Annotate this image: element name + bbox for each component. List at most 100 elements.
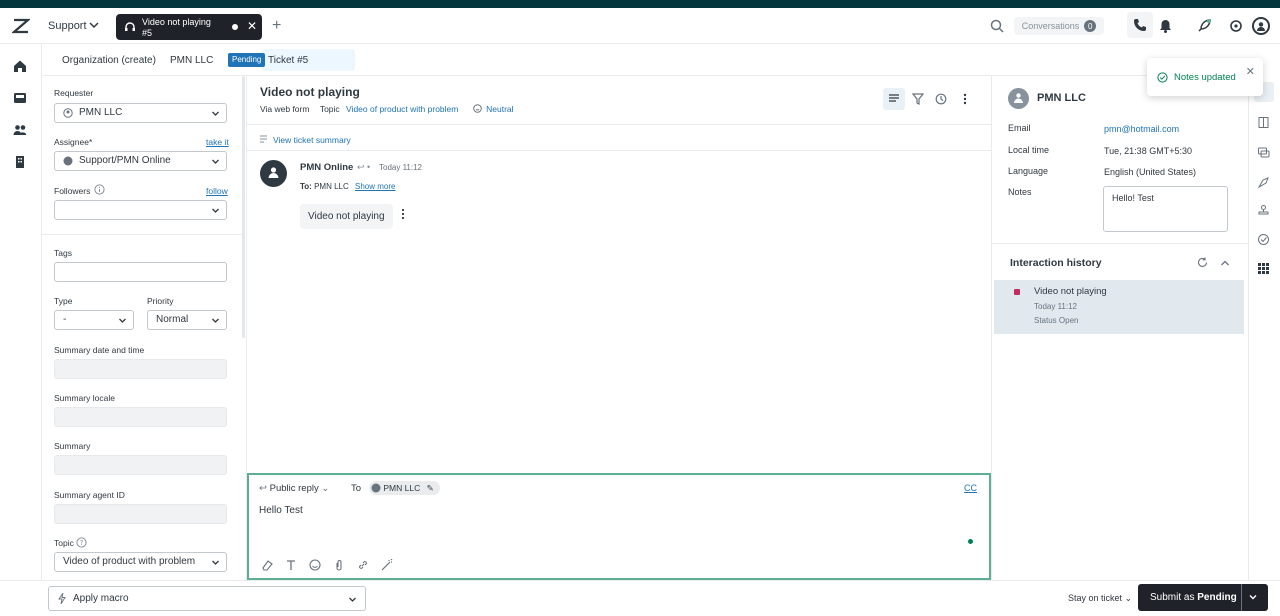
- assignee-select[interactable]: Support/PMN Online: [54, 151, 227, 171]
- filter-icon[interactable]: [912, 93, 924, 105]
- type-value: -: [63, 314, 67, 325]
- follow-link[interactable]: follow: [206, 186, 228, 196]
- type-select[interactable]: -: [54, 310, 134, 330]
- notes-textarea[interactable]: Hello! Test: [1103, 186, 1228, 232]
- cc-link[interactable]: CC: [964, 483, 977, 493]
- topic-value: Video of product with problem: [63, 556, 196, 567]
- refresh-icon[interactable]: [1197, 257, 1208, 268]
- context-rail: [1248, 76, 1280, 580]
- ai-agent-icon[interactable]: [1257, 176, 1270, 189]
- organizations-icon[interactable]: [13, 155, 27, 169]
- attachment-icon[interactable]: [333, 559, 345, 571]
- stay-on-ticket-select[interactable]: Stay on ticket ⌄: [1068, 593, 1132, 604]
- apply-macro-select[interactable]: Apply macro: [48, 586, 366, 611]
- customer-name[interactable]: PMN LLC: [1037, 92, 1086, 104]
- link-icon[interactable]: [357, 559, 369, 571]
- add-tab-button[interactable]: +: [272, 17, 281, 35]
- breadcrumb-organization[interactable]: Organization (create): [62, 55, 156, 66]
- chevron-down-icon[interactable]: [1248, 592, 1258, 602]
- submit-button[interactable]: Submit as Pending: [1138, 584, 1268, 611]
- author-avatar: [260, 160, 287, 187]
- user-avatar[interactable]: [1252, 17, 1270, 35]
- chevron-down-icon: [212, 318, 219, 323]
- summary-agent-field: [54, 504, 227, 524]
- apps-grid-icon[interactable]: [1257, 262, 1270, 275]
- followers-select[interactable]: [54, 200, 227, 220]
- conversations-button[interactable]: Conversations 0: [1014, 17, 1104, 35]
- eraser-icon[interactable]: [261, 559, 273, 571]
- chevron-down-icon: [212, 208, 219, 213]
- text-format-icon[interactable]: [285, 559, 297, 571]
- close-toast-icon[interactable]: ✕: [1246, 65, 1255, 78]
- zendesk-logo-icon[interactable]: [12, 17, 30, 35]
- chat-icon[interactable]: [1257, 146, 1270, 159]
- chevron-down-icon: [349, 597, 356, 602]
- check-circle-icon[interactable]: [1257, 233, 1270, 246]
- reply-type-value: Public reply: [269, 483, 319, 494]
- chevron-up-icon[interactable]: [1220, 258, 1230, 268]
- chevron-down-icon: ⌄: [321, 483, 330, 494]
- more-options-icon[interactable]: [963, 93, 967, 105]
- magic-wand-icon[interactable]: [381, 559, 393, 571]
- pencil-icon[interactable]: ✎: [427, 483, 434, 493]
- list-icon: [889, 94, 899, 102]
- to-label: To:: [300, 182, 312, 191]
- success-check-icon: [1157, 72, 1168, 83]
- apps-grid-icon[interactable]: [1229, 19, 1243, 33]
- reply-text[interactable]: Hello Test: [259, 505, 303, 516]
- view-ticket-summary-link[interactable]: View ticket summary: [273, 135, 351, 145]
- reply-type-select[interactable]: ↩ Public reply ⌄: [259, 483, 329, 494]
- editor-toolbar: [261, 559, 393, 571]
- notes-label: Notes: [1008, 187, 1032, 197]
- home-icon[interactable]: [13, 59, 27, 73]
- recipient-name: PMN LLC: [383, 483, 421, 493]
- tags-input[interactable]: [54, 262, 227, 282]
- views-icon[interactable]: [13, 91, 27, 105]
- search-icon[interactable]: [990, 19, 1004, 33]
- person-icon: [63, 108, 73, 118]
- person-icon: [1257, 22, 1265, 31]
- customers-icon[interactable]: [13, 123, 27, 137]
- breadcrumb-pmn-llc[interactable]: PMN LLC: [170, 55, 213, 66]
- tab-subtitle: #5: [142, 28, 153, 38]
- tab-ticket-5[interactable]: Video not playing #5 ✕: [116, 14, 262, 40]
- left-panel-scrollbar[interactable]: [242, 76, 245, 338]
- svg-text:?: ?: [80, 539, 84, 547]
- priority-select[interactable]: Normal: [147, 310, 227, 330]
- product-switcher[interactable]: Support: [48, 20, 87, 32]
- summary-label: Summary: [54, 441, 91, 451]
- conversation-view-button[interactable]: [883, 88, 905, 110]
- message-author[interactable]: PMN Online: [300, 162, 353, 173]
- knowledge-icon[interactable]: [1257, 116, 1270, 129]
- recipient-chip[interactable]: PMN LLC ✎: [369, 481, 440, 495]
- show-more-link[interactable]: Show more: [355, 182, 395, 191]
- requester-select[interactable]: PMN LLC: [54, 103, 227, 123]
- priority-value: Normal: [156, 314, 189, 325]
- ticket-subject[interactable]: Video not playing: [260, 85, 360, 99]
- bell-icon[interactable]: [1159, 19, 1172, 33]
- chevron-down-icon[interactable]: [88, 19, 100, 31]
- local-time-value: Tue, 21:38 GMT+5:30: [1104, 146, 1192, 156]
- topic-select[interactable]: Video of product with problem: [54, 552, 227, 572]
- divider: [1241, 584, 1242, 611]
- history-item[interactable]: Video not playing Today 11:12 Status Ope…: [994, 280, 1244, 334]
- summary-locale-field: [54, 407, 227, 427]
- phone-button[interactable]: [1127, 12, 1153, 38]
- message-menu-icon[interactable]: [401, 208, 405, 220]
- history-icon[interactable]: [935, 93, 947, 105]
- topic-link[interactable]: Video of product with problem: [346, 104, 458, 114]
- notes-updated-toast: Notes updated ✕: [1147, 58, 1263, 96]
- summary-agent-label: Summary agent ID: [54, 490, 125, 500]
- stamp-icon[interactable]: [1257, 204, 1270, 217]
- status-badge: Pending: [228, 53, 266, 67]
- history-item-time: Today 11:12: [1034, 302, 1077, 311]
- email-value[interactable]: pmn@hotmail.com: [1104, 124, 1179, 134]
- take-it-link[interactable]: take it: [206, 137, 229, 147]
- rocket-icon[interactable]: [1196, 18, 1212, 34]
- language-label: Language: [1008, 166, 1049, 176]
- person-icon: [1014, 93, 1023, 103]
- emoji-icon[interactable]: [309, 559, 321, 571]
- conversations-label: Conversations: [1021, 21, 1080, 31]
- close-tab-icon[interactable]: ✕: [247, 19, 257, 33]
- reply-editor[interactable]: ↩ Public reply ⌄ To PMN LLC ✎ CC Hello T…: [247, 473, 991, 580]
